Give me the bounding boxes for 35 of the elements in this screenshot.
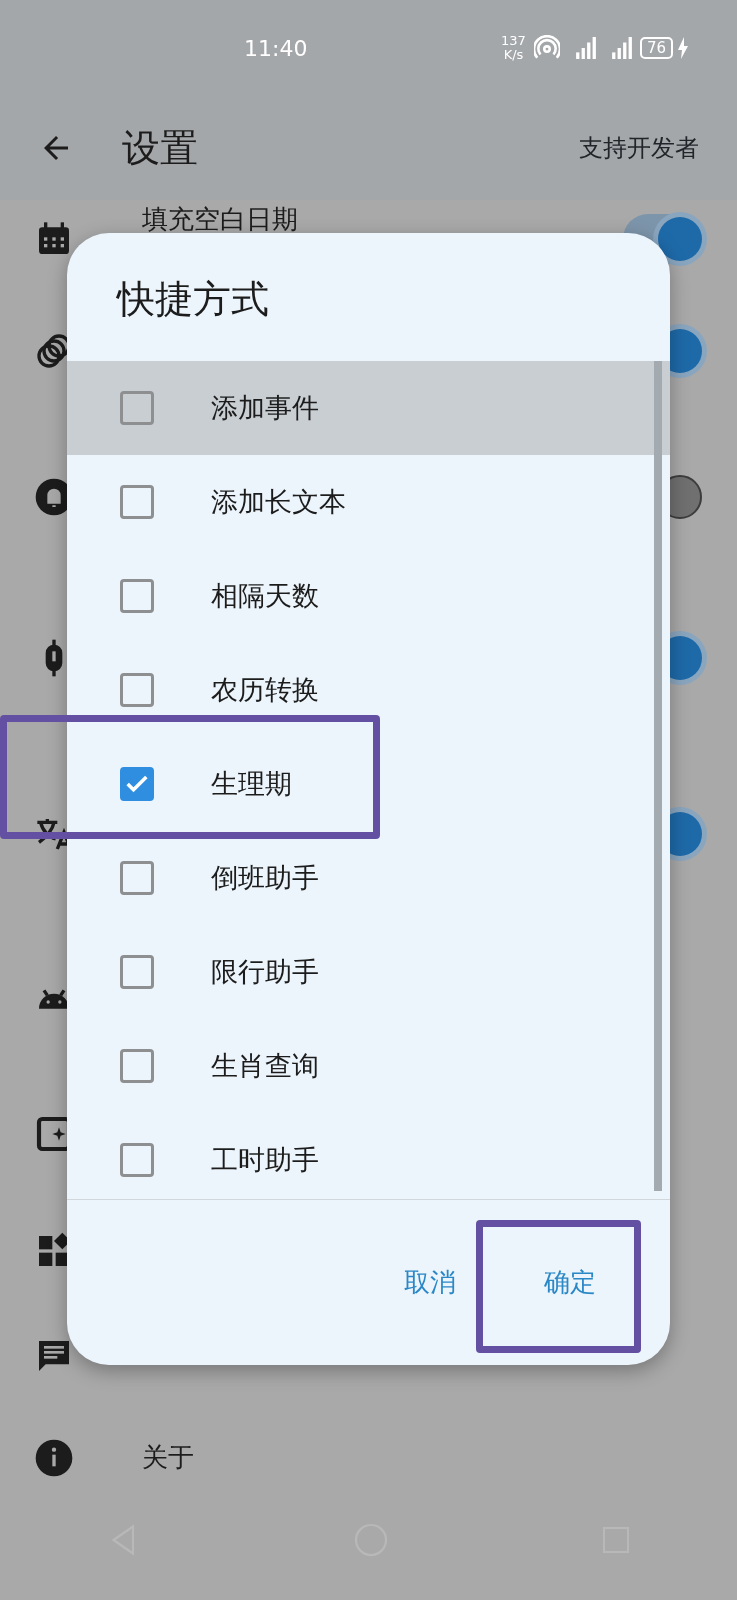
checkbox[interactable]	[120, 955, 154, 989]
battery-level: 76	[639, 37, 673, 59]
checkbox[interactable]	[120, 673, 154, 707]
checkbox[interactable]	[120, 767, 154, 801]
speed-unit: K/s	[502, 48, 525, 62]
info-icon	[34, 1437, 74, 1478]
option-label: 相隔天数	[211, 578, 319, 613]
option-label: 生肖查询	[211, 1048, 319, 1083]
checkbox[interactable]	[120, 861, 154, 895]
signal-icon	[575, 37, 596, 59]
checkbox[interactable]	[120, 579, 154, 613]
setting-label: 填充空白日期	[142, 203, 298, 236]
option-label: 工时助手	[211, 1142, 319, 1177]
cancel-button[interactable]: 取消	[384, 1252, 476, 1312]
option-label: 倒班助手	[211, 860, 319, 895]
support-developer-link[interactable]: 支持开发者	[579, 130, 699, 166]
signal-icon	[611, 37, 632, 59]
checkbox[interactable]	[120, 1049, 154, 1083]
charging-icon	[677, 36, 689, 60]
checkbox[interactable]	[120, 485, 154, 519]
checkbox[interactable]	[120, 1143, 154, 1177]
option-label: 生理期	[211, 766, 292, 801]
confirm-button[interactable]: 确定	[524, 1252, 616, 1312]
dialog-title: 快捷方式	[115, 276, 270, 323]
option-label: 限行助手	[211, 954, 319, 989]
page-title: 设置	[122, 124, 198, 172]
hotspot-icon	[533, 35, 560, 61]
checkbox[interactable]	[120, 391, 154, 425]
network-speed: 137	[501, 34, 526, 48]
option-label: 添加长文本	[211, 484, 346, 519]
option-row[interactable]: 添加事件	[67, 361, 670, 455]
setting-label: 关于	[142, 1441, 194, 1474]
option-label: 农历转换	[211, 672, 319, 707]
option-label: 添加事件	[211, 390, 319, 425]
clock-text: 11:40	[244, 34, 308, 63]
